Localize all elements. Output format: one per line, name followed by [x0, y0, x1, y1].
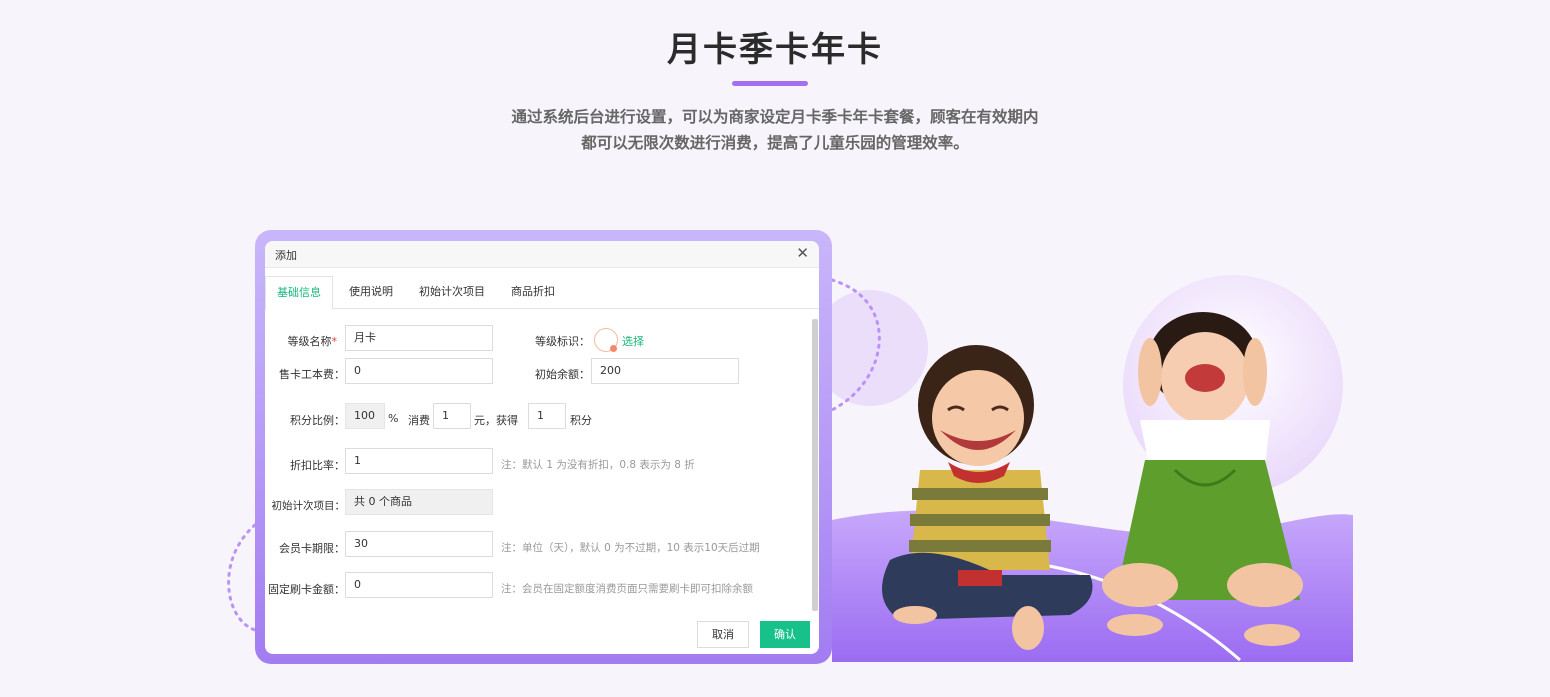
card-fee-label: 售卡工本费： — [279, 368, 345, 381]
fixed-amount-label: 固定刷卡金额： — [268, 583, 345, 596]
level-name-label-text: 等级名称 — [287, 335, 332, 348]
required-mark: * — [331, 335, 338, 348]
points-ratio-input[interactable]: 100 — [345, 403, 385, 429]
tab-usage-instructions[interactable]: 使用说明 — [341, 276, 401, 309]
points-earned-input[interactable]: 1 — [528, 403, 566, 429]
validity-note: 注：单位（天），默认 0 为不过期，10 表示10天后过期 — [501, 542, 760, 554]
validity-input[interactable]: 30 — [345, 531, 493, 557]
consume-text: 消费 — [408, 414, 430, 427]
initial-balance-label: 初始余额： — [535, 368, 590, 381]
boy-illustration — [882, 345, 1093, 650]
level-mark-dot-icon — [610, 345, 617, 352]
points-ratio-label: 积分比例： — [290, 414, 345, 427]
initial-balance-input[interactable]: 200 — [591, 358, 739, 384]
close-icon[interactable]: ✕ — [796, 244, 809, 262]
confirm-button[interactable]: 确认 — [760, 621, 810, 648]
initial-items-label: 初始计次项目： — [271, 500, 346, 512]
dialog-header: 添加 ✕ — [265, 241, 819, 268]
level-name-label: 等级名称* — [265, 333, 338, 349]
fixed-amount-note: 注：会员在固定额度消费页面只需要刷卡即可扣除余额 — [501, 583, 753, 595]
tab-basic-info[interactable]: 基础信息 — [265, 276, 333, 310]
level-mark-label: 等级标识： — [535, 335, 590, 348]
yuan-get-text: 元，获得 — [474, 414, 518, 427]
discount-input[interactable]: 1 — [345, 448, 493, 474]
validity-label: 会员卡期限： — [279, 542, 345, 555]
consume-amount-input[interactable]: 1 — [433, 403, 471, 429]
cancel-button[interactable]: 取消 — [697, 621, 749, 648]
add-dialog: 添加 ✕ 基础信息 使用说明 初始计次项目 商品折扣 等级名称* 月卡 等级标识… — [265, 241, 819, 654]
percent-sign: % — [388, 412, 399, 425]
select-mark-link[interactable]: 选择 — [622, 333, 644, 349]
tab-initial-count-items[interactable]: 初始计次项目 — [413, 276, 491, 309]
dialog-scrollbar[interactable] — [812, 319, 818, 611]
tab-bar: 基础信息 使用说明 初始计次项目 商品折扣 — [265, 276, 819, 310]
discount-note: 注：默认 1 为没有折扣，0.8 表示为 8 折 — [501, 459, 695, 471]
fixed-amount-input[interactable]: 0 — [345, 572, 493, 598]
points-unit: 积分 — [570, 414, 592, 427]
card-fee-input[interactable]: 0 — [345, 358, 493, 384]
level-name-input[interactable]: 月卡 — [345, 325, 493, 351]
discount-label: 折扣比率： — [290, 459, 345, 472]
dialog-title: 添加 — [275, 249, 297, 262]
tab-product-discount[interactable]: 商品折扣 — [503, 276, 563, 309]
dotted-arc-left — [227, 523, 257, 632]
initial-items-value[interactable]: 共 0 个商品 — [345, 489, 493, 515]
